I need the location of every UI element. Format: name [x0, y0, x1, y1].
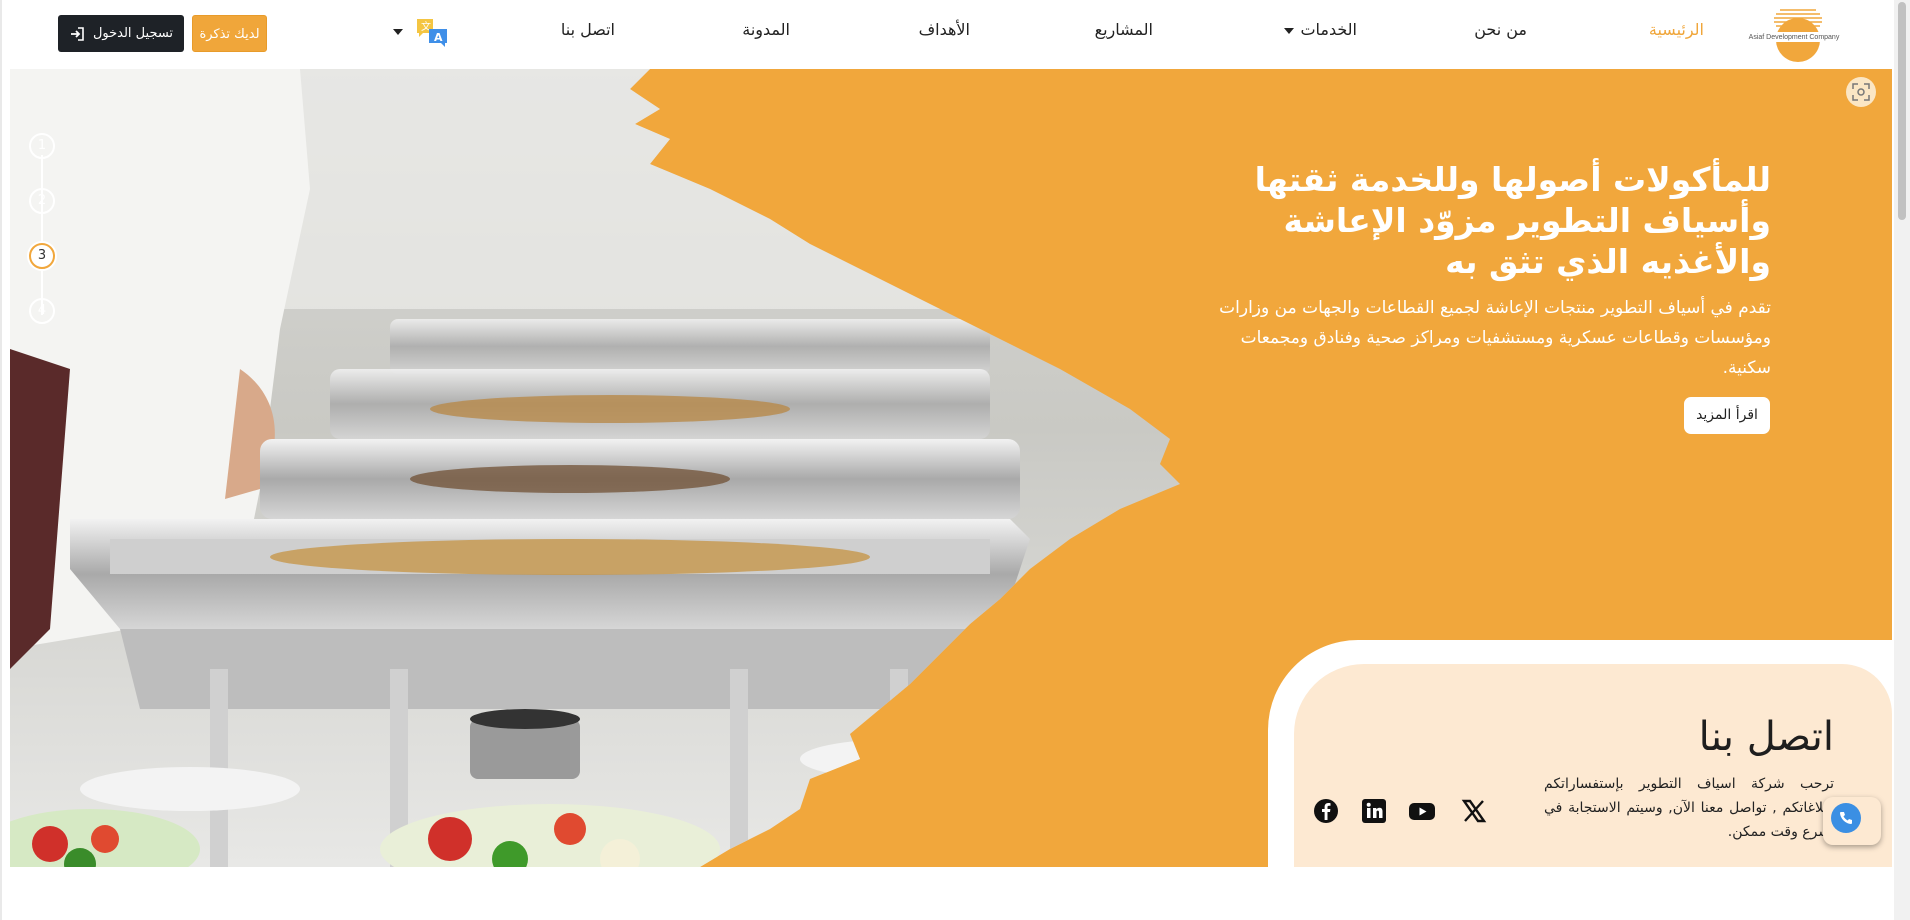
nav-goals[interactable]: الأهداف: [919, 20, 970, 39]
slide-pagination: 1 2 3 4: [29, 133, 55, 333]
expand-icon: [1852, 83, 1870, 101]
phone-icon: [1831, 803, 1861, 833]
contact-card: اتصل بنا ترحب شركة اسياف التطوير بإستفسا…: [1294, 664, 1892, 867]
login-label: تسجيل الدخول: [92, 26, 174, 41]
page: Asiaf Development Company الرئيسية من نح…: [0, 0, 1910, 920]
page-scrollbar[interactable]: [1894, 0, 1910, 920]
contact-title: اتصل بنا: [1698, 714, 1834, 760]
window-edge: [0, 0, 2, 920]
nav-home[interactable]: الرئيسية: [1649, 20, 1704, 39]
nav-blog[interactable]: المدونة: [742, 20, 790, 39]
x-icon[interactable]: [1460, 797, 1488, 825]
hero-title: للمأكولات أصولها وللخدمة ثقتها وأسياف ال…: [1254, 160, 1771, 281]
slide-dot-1[interactable]: 1: [29, 133, 55, 159]
slide-dot-2[interactable]: 2: [29, 188, 55, 214]
nav-projects[interactable]: المشاريع: [1095, 20, 1153, 39]
pagination-line: [41, 155, 43, 315]
nav-contact[interactable]: اتصل بنا: [561, 20, 615, 39]
social-links: [1312, 797, 1502, 827]
nav-services[interactable]: الخدمات: [1284, 20, 1357, 39]
fullscreen-button[interactable]: [1846, 77, 1876, 107]
language-switcher[interactable]: 文 A: [393, 17, 451, 49]
logo-text: Asiaf Development Company: [1749, 34, 1840, 41]
contact-text: ترحب شركة اسياف التطوير بإستفساراتكم وبل…: [1544, 776, 1834, 840]
svg-text:A: A: [434, 31, 443, 44]
hero-image: [10, 69, 1210, 867]
slide-dot-4[interactable]: 4: [29, 298, 55, 324]
linkedin-icon[interactable]: [1360, 797, 1388, 825]
top-navbar: Asiaf Development Company الرئيسية من نح…: [0, 0, 1894, 68]
nav-services-label: الخدمات: [1300, 20, 1357, 39]
call-floating-button[interactable]: [1823, 797, 1881, 845]
scrollbar-thumb[interactable]: [1898, 2, 1906, 220]
hero-description: تقدم في أسياف التطوير منتجات الإعاشة لجم…: [1219, 298, 1771, 378]
login-button[interactable]: تسجيل الدخول: [58, 15, 184, 52]
slide-dot-3[interactable]: 3: [29, 243, 55, 269]
company-logo[interactable]: Asiaf Development Company: [1742, 2, 1846, 64]
login-icon: [70, 26, 84, 41]
nav-about[interactable]: من نحن: [1474, 20, 1527, 39]
chevron-down-icon: [1284, 27, 1295, 34]
facebook-icon[interactable]: [1312, 797, 1340, 825]
have-ticket-button[interactable]: لديك تذكرة: [192, 15, 267, 52]
chevron-down-icon: [393, 29, 403, 35]
translate-icon: 文 A: [417, 19, 447, 47]
read-more-button[interactable]: اقرأ المزيد: [1684, 397, 1770, 434]
youtube-icon[interactable]: [1408, 797, 1436, 825]
